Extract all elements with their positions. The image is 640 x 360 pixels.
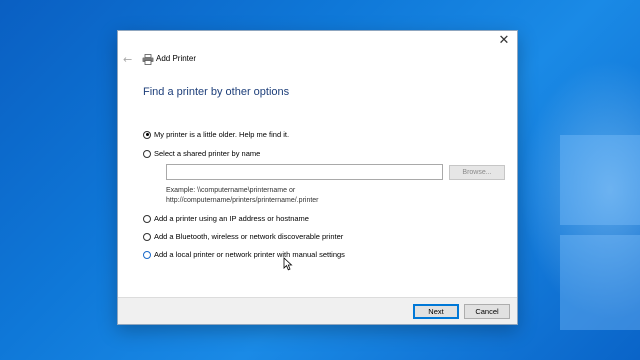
option-label: Add a local printer or network printer w… [154,250,345,259]
shared-printer-name-input[interactable] [166,164,443,180]
windows-logo-pane-1 [560,135,640,225]
option-label: Select a shared printer by name [154,149,261,158]
option-label: Add a printer using an IP address or hos… [154,214,309,223]
window-title: Add Printer [156,54,197,63]
option-shared-printer[interactable]: Select a shared printer by name [143,149,260,158]
option-label: My printer is a little older. Help me fi… [154,130,290,139]
browse-button[interactable]: Browse... [449,165,505,180]
radio-local-printer[interactable] [143,250,151,259]
radio-bluetooth-wireless[interactable] [143,232,151,241]
page-heading: Find a printer by other options [143,86,290,98]
dialog-footer: Next Cancel [118,297,517,324]
printer-icon [142,54,154,65]
example-line-1: Example: \\computername\printername or [166,187,296,194]
example-line-2: http://computername/printers/printername… [166,197,319,204]
option-local-printer[interactable]: Add a local printer or network printer w… [143,250,345,259]
option-bluetooth-wireless[interactable]: Add a Bluetooth, wireless or network dis… [143,232,343,241]
option-older-printer[interactable]: My printer is a little older. Help me fi… [143,130,289,139]
mouse-cursor-icon [283,257,293,271]
option-label: Add a Bluetooth, wireless or network dis… [154,232,344,241]
add-printer-dialog: ✕ ← Add Printer Find a printer by other … [117,30,518,325]
radio-ip-address[interactable] [143,214,151,223]
back-arrow-icon[interactable]: ← [123,53,132,66]
example-text: Example: \\computername\printername or h… [166,186,319,206]
cancel-button[interactable]: Cancel [464,304,510,319]
windows-logo-pane-2 [560,235,640,330]
radio-older-printer[interactable] [143,130,151,139]
close-icon[interactable]: ✕ [497,34,511,48]
radio-shared-printer[interactable] [143,149,151,158]
option-ip-address[interactable]: Add a printer using an IP address or hos… [143,214,309,223]
next-button[interactable]: Next [413,304,459,319]
